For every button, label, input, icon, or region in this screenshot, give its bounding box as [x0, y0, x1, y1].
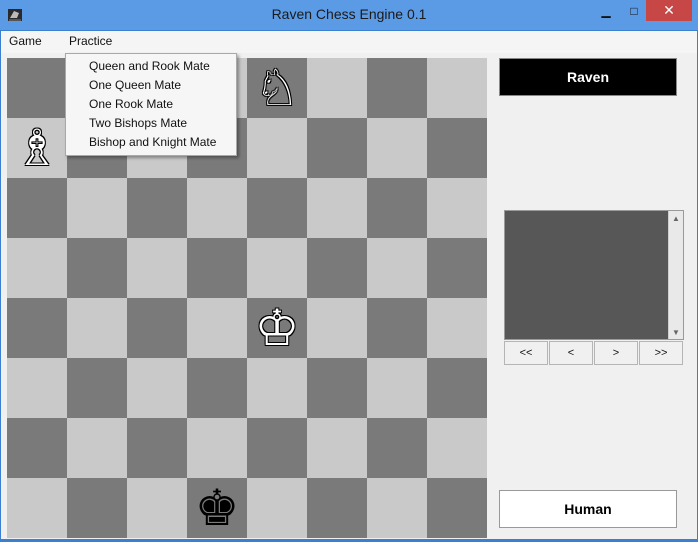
practice-dropdown: Queen and Rook Mate One Queen Mate One R… [65, 53, 237, 156]
square-f7[interactable] [307, 118, 367, 178]
square-c5[interactable] [127, 238, 187, 298]
square-h2[interactable] [427, 418, 487, 478]
square-e5[interactable] [247, 238, 307, 298]
practice-item-two-bishops-mate[interactable]: Two Bishops Mate [89, 116, 187, 130]
square-a8[interactable] [7, 58, 67, 118]
practice-item-one-queen-mate[interactable]: One Queen Mate [89, 78, 181, 92]
square-e6[interactable] [247, 178, 307, 238]
square-a6[interactable] [7, 178, 67, 238]
square-c3[interactable] [127, 358, 187, 418]
minimize-button[interactable]: ▁ [591, 0, 621, 22]
square-a2[interactable] [7, 418, 67, 478]
square-b4[interactable] [67, 298, 127, 358]
first-move-button[interactable]: << [504, 341, 548, 365]
square-b6[interactable] [67, 178, 127, 238]
move-history-list[interactable]: ▲ ▼ [504, 210, 684, 340]
last-move-button[interactable]: >> [639, 341, 683, 365]
white-king-icon[interactable]: ♔ [247, 298, 307, 358]
square-a3[interactable] [7, 358, 67, 418]
square-d3[interactable] [187, 358, 247, 418]
square-c2[interactable] [127, 418, 187, 478]
square-f8[interactable] [307, 58, 367, 118]
square-a4[interactable] [7, 298, 67, 358]
square-f2[interactable] [307, 418, 367, 478]
previous-move-button[interactable]: < [549, 341, 593, 365]
square-h1[interactable] [427, 478, 487, 538]
square-c6[interactable] [127, 178, 187, 238]
practice-item-bishop-knight-mate[interactable]: Bishop and Knight Mate [89, 135, 216, 149]
menu-practice[interactable]: Practice [69, 34, 112, 48]
square-b5[interactable] [67, 238, 127, 298]
practice-item-one-rook-mate[interactable]: One Rook Mate [89, 97, 173, 111]
square-b3[interactable] [67, 358, 127, 418]
square-d1[interactable]: ♚ [187, 478, 247, 538]
square-b2[interactable] [67, 418, 127, 478]
square-h7[interactable] [427, 118, 487, 178]
square-e1[interactable] [247, 478, 307, 538]
square-f3[interactable] [307, 358, 367, 418]
square-g7[interactable] [367, 118, 427, 178]
square-h6[interactable] [427, 178, 487, 238]
white-bishop-icon[interactable]: ♗ [7, 118, 67, 178]
square-g2[interactable] [367, 418, 427, 478]
practice-item-queen-rook-mate[interactable]: Queen and Rook Mate [89, 59, 210, 73]
square-f1[interactable] [307, 478, 367, 538]
square-e4[interactable]: ♔ [247, 298, 307, 358]
next-move-button[interactable]: > [594, 341, 638, 365]
square-h8[interactable] [427, 58, 487, 118]
square-g5[interactable] [367, 238, 427, 298]
square-b1[interactable] [67, 478, 127, 538]
square-e2[interactable] [247, 418, 307, 478]
square-f6[interactable] [307, 178, 367, 238]
app-client-area: Game Practice ♘ ♗ ♔ ♚ Queen and Rook Mate O… [1, 31, 697, 539]
black-king-icon[interactable]: ♚ [187, 478, 247, 538]
square-a1[interactable] [7, 478, 67, 538]
square-e7[interactable] [247, 118, 307, 178]
square-d2[interactable] [187, 418, 247, 478]
square-d6[interactable] [187, 178, 247, 238]
white-knight-icon[interactable]: ♘ [247, 58, 307, 118]
square-h4[interactable] [427, 298, 487, 358]
square-a7[interactable]: ♗ [7, 118, 67, 178]
square-c4[interactable] [127, 298, 187, 358]
square-g3[interactable] [367, 358, 427, 418]
square-f5[interactable] [307, 238, 367, 298]
engine-player-label: Raven [499, 58, 677, 96]
move-list-scrollbar[interactable]: ▲ ▼ [668, 211, 683, 339]
close-button[interactable]: ✕ [646, 0, 692, 21]
maximize-button[interactable]: □ [619, 0, 649, 22]
square-c1[interactable] [127, 478, 187, 538]
square-a5[interactable] [7, 238, 67, 298]
human-player-label: Human [499, 490, 677, 528]
menu-bar: Game Practice [1, 31, 697, 53]
square-g8[interactable] [367, 58, 427, 118]
square-d4[interactable] [187, 298, 247, 358]
square-d5[interactable] [187, 238, 247, 298]
move-navigation: << < > >> [504, 341, 684, 365]
square-h3[interactable] [427, 358, 487, 418]
title-bar: Raven Chess Engine 0.1 ▁ □ ✕ [0, 0, 698, 30]
square-h5[interactable] [427, 238, 487, 298]
square-g6[interactable] [367, 178, 427, 238]
square-f4[interactable] [307, 298, 367, 358]
scroll-down-icon[interactable]: ▼ [669, 325, 683, 339]
square-g4[interactable] [367, 298, 427, 358]
square-e8[interactable]: ♘ [247, 58, 307, 118]
square-g1[interactable] [367, 478, 427, 538]
scroll-up-icon[interactable]: ▲ [669, 211, 683, 225]
square-e3[interactable] [247, 358, 307, 418]
menu-game[interactable]: Game [9, 34, 42, 48]
